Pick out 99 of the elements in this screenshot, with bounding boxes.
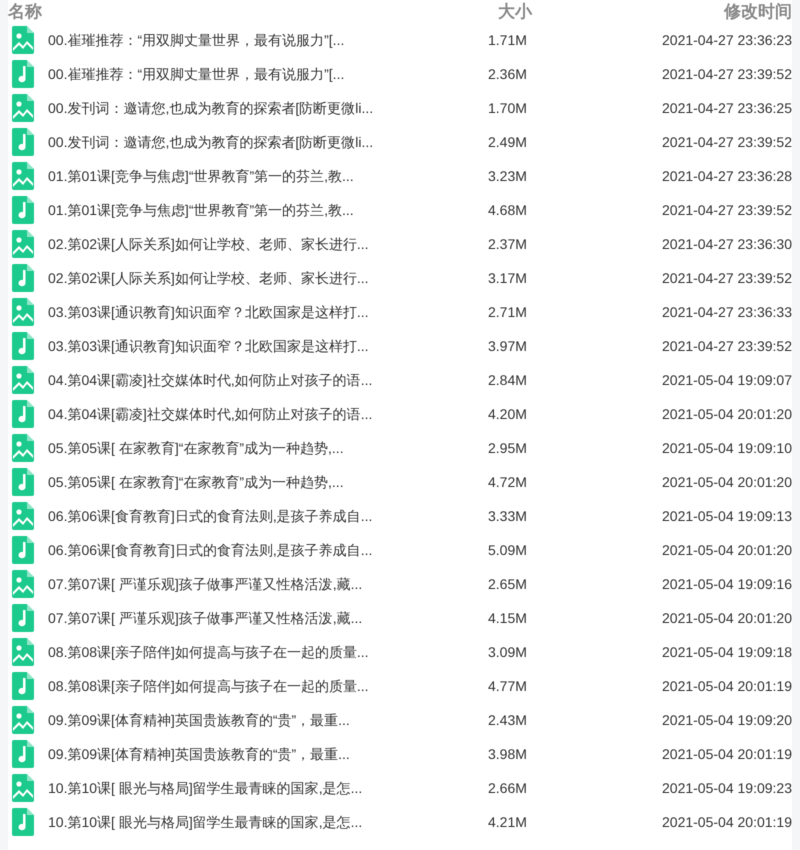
file-name[interactable]: 10.第10课[ 眼光与格局]留学生最青睐的国家,是怎... <box>48 812 488 832</box>
modified-time: 2021-04-27 23:39:52 <box>662 132 792 152</box>
file-size: 2.71M <box>488 302 527 322</box>
modified-time: 2021-04-27 23:39:52 <box>662 268 792 288</box>
audio-file-icon <box>12 60 34 88</box>
modified-time: 2021-05-04 20:01:20 <box>662 540 792 560</box>
file-name[interactable]: 03.第03课[通识教育]知识面窄？北欧国家是这样打... <box>48 336 488 356</box>
file-size: 1.71M <box>488 30 527 50</box>
audio-file-icon <box>12 672 34 700</box>
image-file-icon <box>12 26 34 54</box>
file-name[interactable]: 00.发刊词：邀请您,也成为教育的探索者[防断更微li... <box>48 132 488 152</box>
column-header[interactable]: 大小 <box>498 3 532 20</box>
modified-time: 2021-04-27 23:36:23 <box>662 30 792 50</box>
modified-time: 2021-05-04 19:09:13 <box>662 506 792 526</box>
file-name[interactable]: 06.第06课[食育教育]日式的食育法则,是孩子养成自... <box>48 506 488 526</box>
file-name[interactable]: 07.第07课[ 严谨乐观]孩子做事严谨又性格活泼,藏... <box>48 574 488 594</box>
image-file-icon <box>12 638 34 666</box>
file-name[interactable]: 05.第05课[ 在家教育]“在家教育”成为一种趋势,... <box>48 472 488 492</box>
audio-file-icon <box>12 808 34 836</box>
modified-time: 2021-05-04 20:01:19 <box>662 676 792 696</box>
image-file-icon <box>12 162 34 190</box>
image-file-icon <box>12 774 34 802</box>
file-name[interactable]: 04.第04课[霸凌]社交媒体时代,如何防止对孩子的语... <box>48 370 488 390</box>
file-name[interactable]: 10.第10课[ 眼光与格局]留学生最青睐的国家,是怎... <box>48 778 488 798</box>
image-file-icon <box>12 570 34 598</box>
modified-time: 2021-05-04 19:09:20 <box>662 710 792 730</box>
file-name[interactable]: 08.第08课[亲子陪伴]如何提高与孩子在一起的质量... <box>48 676 488 696</box>
modified-time: 2021-05-04 19:09:23 <box>662 778 792 798</box>
file-name[interactable]: 00.发刊词：邀请您,也成为教育的探索者[防断更微li... <box>48 98 488 118</box>
file-size: 4.21M <box>488 812 527 832</box>
file-size: 2.84M <box>488 370 527 390</box>
file-name[interactable]: 01.第01课[竞争与焦虑]“世界教育”第一的芬兰,教... <box>48 166 488 186</box>
file-name[interactable]: 01.第01课[竞争与焦虑]“世界教育”第一的芬兰,教... <box>48 200 488 220</box>
file-name[interactable]: 08.第08课[亲子陪伴]如何提高与孩子在一起的质量... <box>48 642 488 662</box>
modified-time: 2021-04-27 23:36:28 <box>662 166 792 186</box>
file-size: 3.33M <box>488 506 527 526</box>
modified-time: 2021-04-27 23:36:33 <box>662 302 792 322</box>
audio-file-icon <box>12 468 34 496</box>
image-file-icon <box>12 94 34 122</box>
file-size: 3.17M <box>488 268 527 288</box>
image-file-icon <box>12 434 34 462</box>
modified-time: 2021-05-04 19:09:18 <box>662 642 792 662</box>
modified-time: 2021-04-27 23:39:52 <box>662 64 792 84</box>
file-size: 2.49M <box>488 132 527 152</box>
modified-time: 2021-05-04 20:01:20 <box>662 608 792 628</box>
file-size: 3.09M <box>488 642 527 662</box>
modified-time: 2021-05-04 20:01:20 <box>662 404 792 424</box>
file-size: 1.70M <box>488 98 527 118</box>
file-size: 2.66M <box>488 778 527 798</box>
audio-file-icon <box>12 400 34 428</box>
modified-time: 2021-05-04 19:09:16 <box>662 574 792 594</box>
file-size: 4.72M <box>488 472 527 492</box>
modified-time: 2021-05-04 19:09:10 <box>662 438 792 458</box>
file-name[interactable]: 00.崔璀推荐：“用双脚丈量世界，最有说服力”[... <box>48 64 488 84</box>
audio-file-icon <box>12 604 34 632</box>
file-name[interactable]: 05.第05课[ 在家教育]“在家教育”成为一种趋势,... <box>48 438 488 458</box>
file-name[interactable]: 00.崔璀推荐：“用双脚丈量世界，最有说服力”[... <box>48 30 488 50</box>
file-size: 3.97M <box>488 336 527 356</box>
column-header[interactable]: 名称 <box>8 3 488 20</box>
image-file-icon <box>12 366 34 394</box>
image-file-icon <box>12 706 34 734</box>
image-file-icon <box>12 502 34 530</box>
file-size: 5.09M <box>488 540 527 560</box>
modified-time: 2021-05-04 19:09:07 <box>662 370 792 390</box>
file-name[interactable]: 09.第09课[体育精神]英国贵族教育的“贵”，最重... <box>48 710 488 730</box>
modified-time: 2021-04-27 23:39:52 <box>662 200 792 220</box>
audio-file-icon <box>12 536 34 564</box>
file-name[interactable]: 03.第03课[通识教育]知识面窄？北欧国家是这样打... <box>48 302 488 322</box>
file-name[interactable]: 06.第06课[食育教育]日式的食育法则,是孩子养成自... <box>48 540 488 560</box>
audio-file-icon <box>12 196 34 224</box>
file-name[interactable]: 02.第02课[人际关系]如何让学校、老师、家长进行... <box>48 268 488 288</box>
file-name[interactable]: 09.第09课[体育精神]英国贵族教育的“贵”，最重... <box>48 744 488 764</box>
file-size: 2.43M <box>488 710 527 730</box>
file-size: 4.20M <box>488 404 527 424</box>
modified-time: 2021-04-27 23:36:25 <box>662 98 792 118</box>
modified-time: 2021-05-04 20:01:20 <box>662 472 792 492</box>
file-size: 4.15M <box>488 608 527 628</box>
modified-time: 2021-04-27 23:36:30 <box>662 234 792 254</box>
file-size: 2.36M <box>488 64 527 84</box>
file-size: 3.23M <box>488 166 527 186</box>
file-size: 4.77M <box>488 676 527 696</box>
file-size: 2.65M <box>488 574 527 594</box>
image-file-icon <box>12 230 34 258</box>
file-size: 2.37M <box>488 234 527 254</box>
audio-file-icon <box>12 332 34 360</box>
audio-file-icon <box>12 264 34 292</box>
column-header[interactable]: 修改时间 <box>724 3 792 20</box>
modified-time: 2021-04-27 23:39:52 <box>662 336 792 356</box>
file-name[interactable]: 02.第02课[人际关系]如何让学校、老师、家长进行... <box>48 234 488 254</box>
file-size: 4.68M <box>488 200 527 220</box>
audio-file-icon <box>12 128 34 156</box>
file-size: 3.98M <box>488 744 527 764</box>
audio-file-icon <box>12 740 34 768</box>
file-name[interactable]: 04.第04课[霸凌]社交媒体时代,如何防止对孩子的语... <box>48 404 488 424</box>
modified-time: 2021-05-04 20:01:19 <box>662 744 792 764</box>
modified-time: 2021-05-04 20:01:19 <box>662 812 792 832</box>
image-file-icon <box>12 298 34 326</box>
file-name[interactable]: 07.第07课[ 严谨乐观]孩子做事严谨又性格活泼,藏... <box>48 608 488 628</box>
file-size: 2.95M <box>488 438 527 458</box>
